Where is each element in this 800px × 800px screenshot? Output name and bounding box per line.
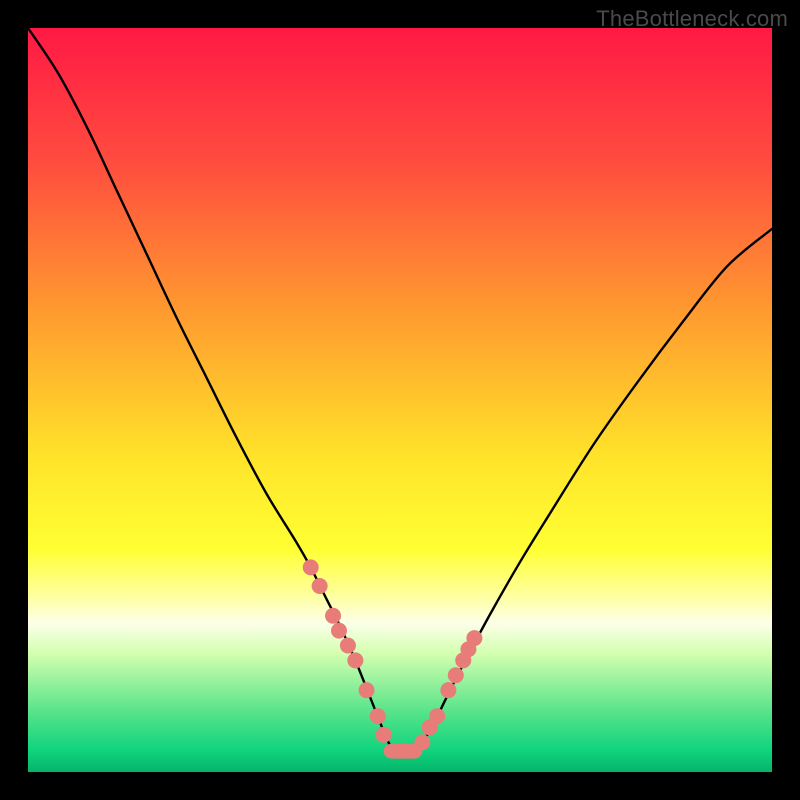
highlight-dot bbox=[429, 708, 445, 724]
highlight-dot bbox=[312, 578, 328, 594]
highlight-dot bbox=[331, 623, 347, 639]
highlight-dot bbox=[347, 652, 363, 668]
highlight-dot bbox=[414, 734, 430, 750]
bottleneck-chart bbox=[0, 0, 800, 800]
highlight-dot bbox=[359, 682, 375, 698]
chart-stage: TheBottleneck.com bbox=[0, 0, 800, 800]
watermark-text: TheBottleneck.com bbox=[596, 6, 788, 32]
highlight-dot bbox=[376, 727, 392, 743]
plot-background bbox=[28, 28, 772, 772]
highlight-dot bbox=[370, 708, 386, 724]
highlight-dot bbox=[440, 682, 456, 698]
highlight-dot bbox=[448, 667, 464, 683]
highlight-dot bbox=[466, 630, 482, 646]
highlight-dot bbox=[340, 638, 356, 654]
highlight-dot bbox=[325, 608, 341, 624]
highlight-dot bbox=[303, 559, 319, 575]
